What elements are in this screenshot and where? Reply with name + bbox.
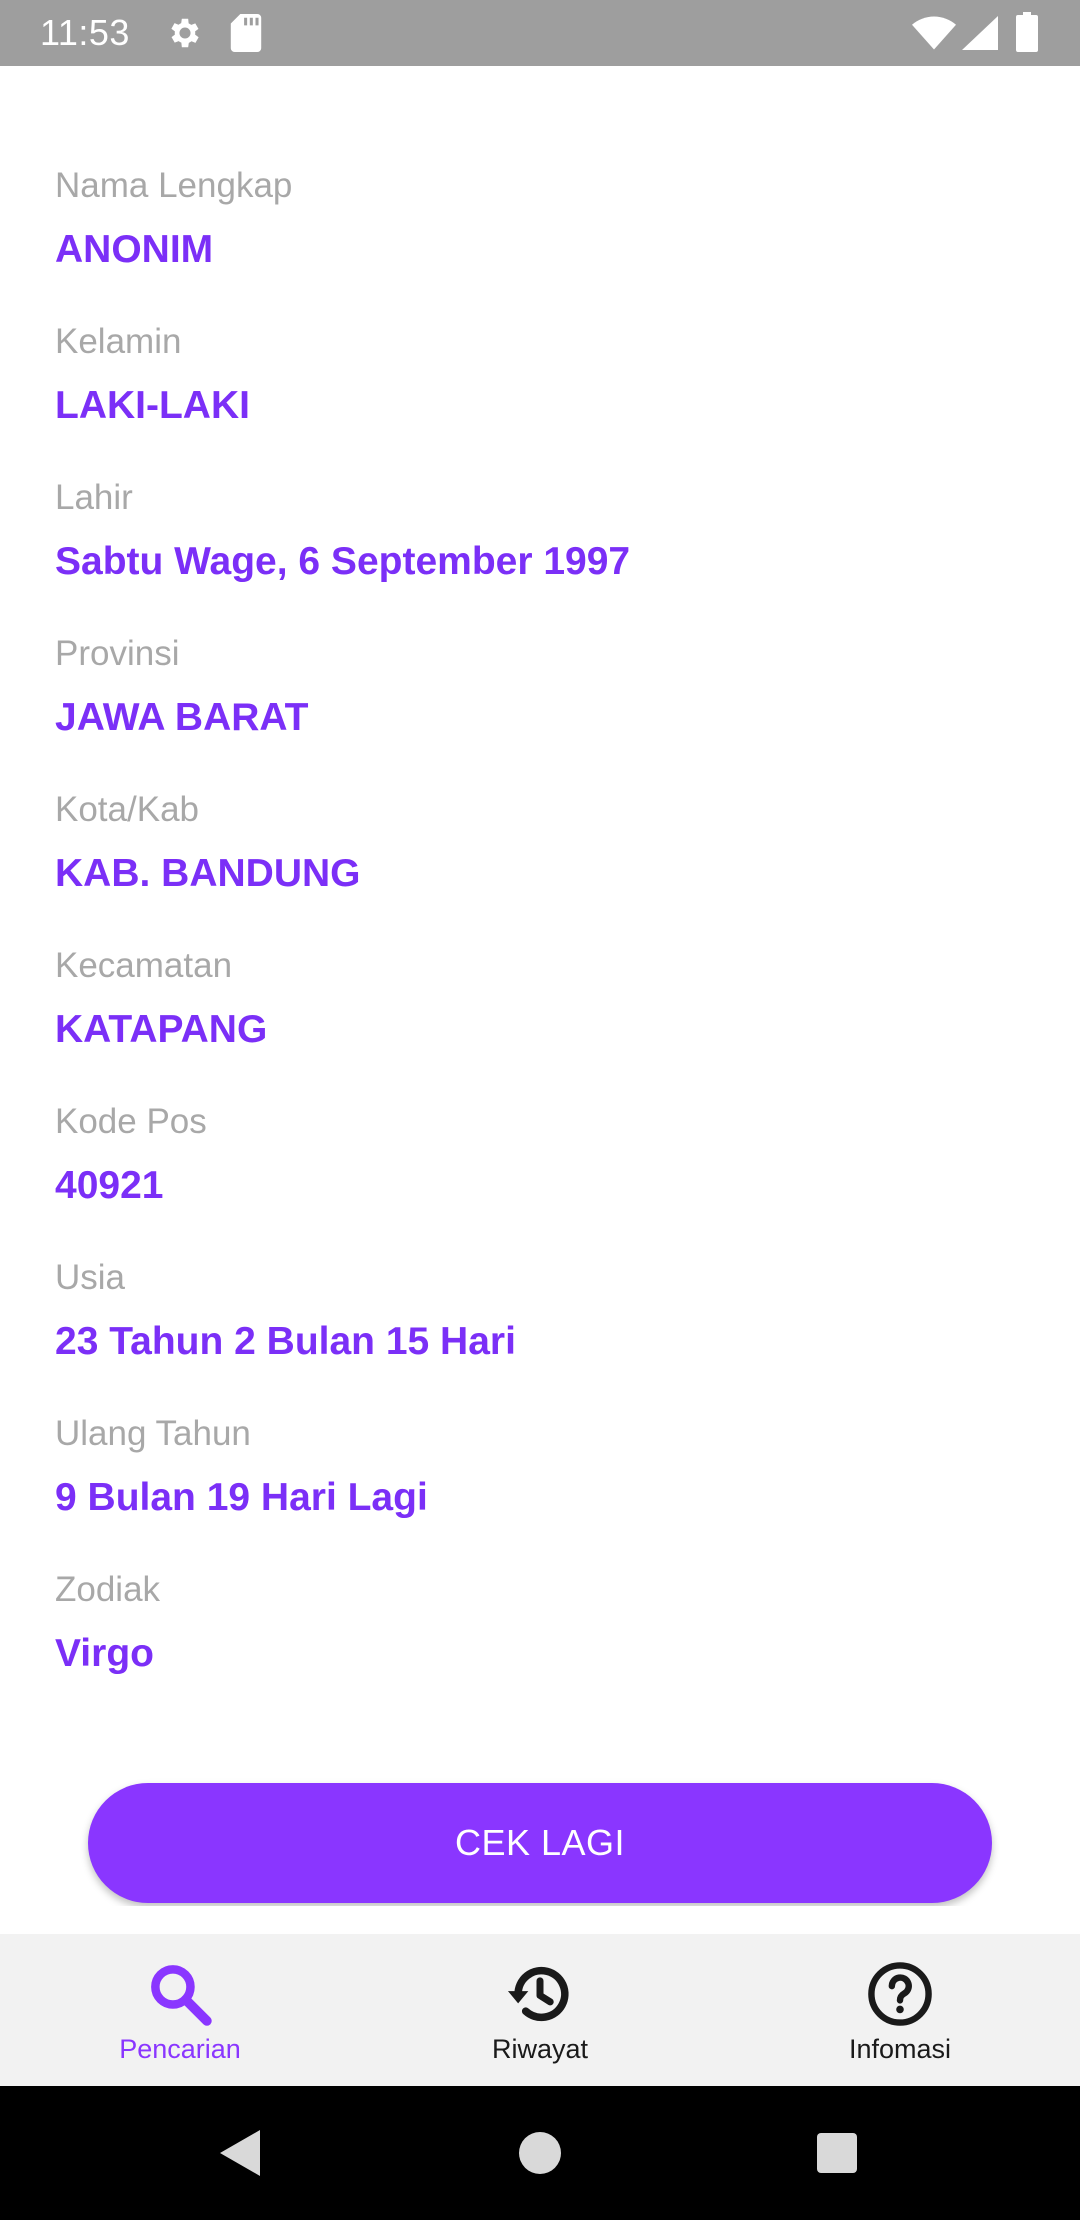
field-label: Usia (55, 1258, 126, 1297)
home-icon[interactable] (500, 2086, 580, 2220)
nav-label: Pencarian (119, 2034, 241, 2064)
field-label: Kelamin (55, 322, 182, 361)
nav-item-infomasi[interactable]: Infomasi (720, 1934, 1080, 2086)
history-icon (505, 1958, 575, 2030)
field-value: LAKI-LAKI (55, 384, 250, 427)
recents-icon[interactable] (797, 2086, 877, 2220)
field-label: Kode Pos (55, 1102, 207, 1141)
nav-label: Infomasi (848, 2034, 952, 2064)
field-label: Provinsi (55, 634, 180, 673)
search-icon (146, 1958, 214, 2030)
field-value: 40921 (55, 1164, 164, 1207)
sd-card-icon (230, 14, 262, 52)
field-label: Kota/Kab (55, 790, 199, 829)
field-label: Zodiak (55, 1570, 161, 1609)
battery-icon (1016, 12, 1038, 52)
field-value: ANONIM (55, 228, 214, 271)
screen: 11:53 Nama Lengkap ANONIM Kelamin LAKI-L… (0, 0, 1080, 2220)
button-clip-edge (0, 1906, 1080, 1934)
field-value: 23 Tahun 2 Bulan 15 Hari (55, 1320, 516, 1363)
system-navigation-bar (0, 2086, 1080, 2220)
field-label: Lahir (55, 478, 133, 517)
field-label: Ulang Tahun (55, 1414, 251, 1453)
bottom-navigation: Pencarian Riwayat Infomasi (0, 1934, 1080, 2086)
field-value: KATAPANG (55, 1008, 268, 1051)
signal-icon (962, 16, 998, 50)
field-value: Virgo (55, 1632, 154, 1675)
wifi-icon (912, 16, 956, 50)
status-time: 11:53 (40, 12, 130, 53)
nav-item-pencarian[interactable]: Pencarian (0, 1934, 360, 2086)
field-value: Sabtu Wage, 6 September 1997 (55, 540, 631, 583)
field-label: Kecamatan (55, 946, 233, 985)
nav-label: Riwayat (491, 2034, 589, 2064)
status-bar: 11:53 (0, 0, 1080, 66)
field-label: Nama Lengkap (55, 166, 293, 205)
help-circle-icon (865, 1958, 935, 2030)
field-value: KAB. BANDUNG (55, 852, 361, 895)
field-value: 9 Bulan 19 Hari Lagi (55, 1476, 428, 1519)
nav-item-riwayat[interactable]: Riwayat (360, 1934, 720, 2086)
back-icon[interactable] (200, 2086, 280, 2220)
field-value: JAWA BARAT (55, 696, 309, 739)
gear-icon (166, 14, 204, 52)
check-again-button[interactable]: CEK LAGI (88, 1783, 992, 1903)
